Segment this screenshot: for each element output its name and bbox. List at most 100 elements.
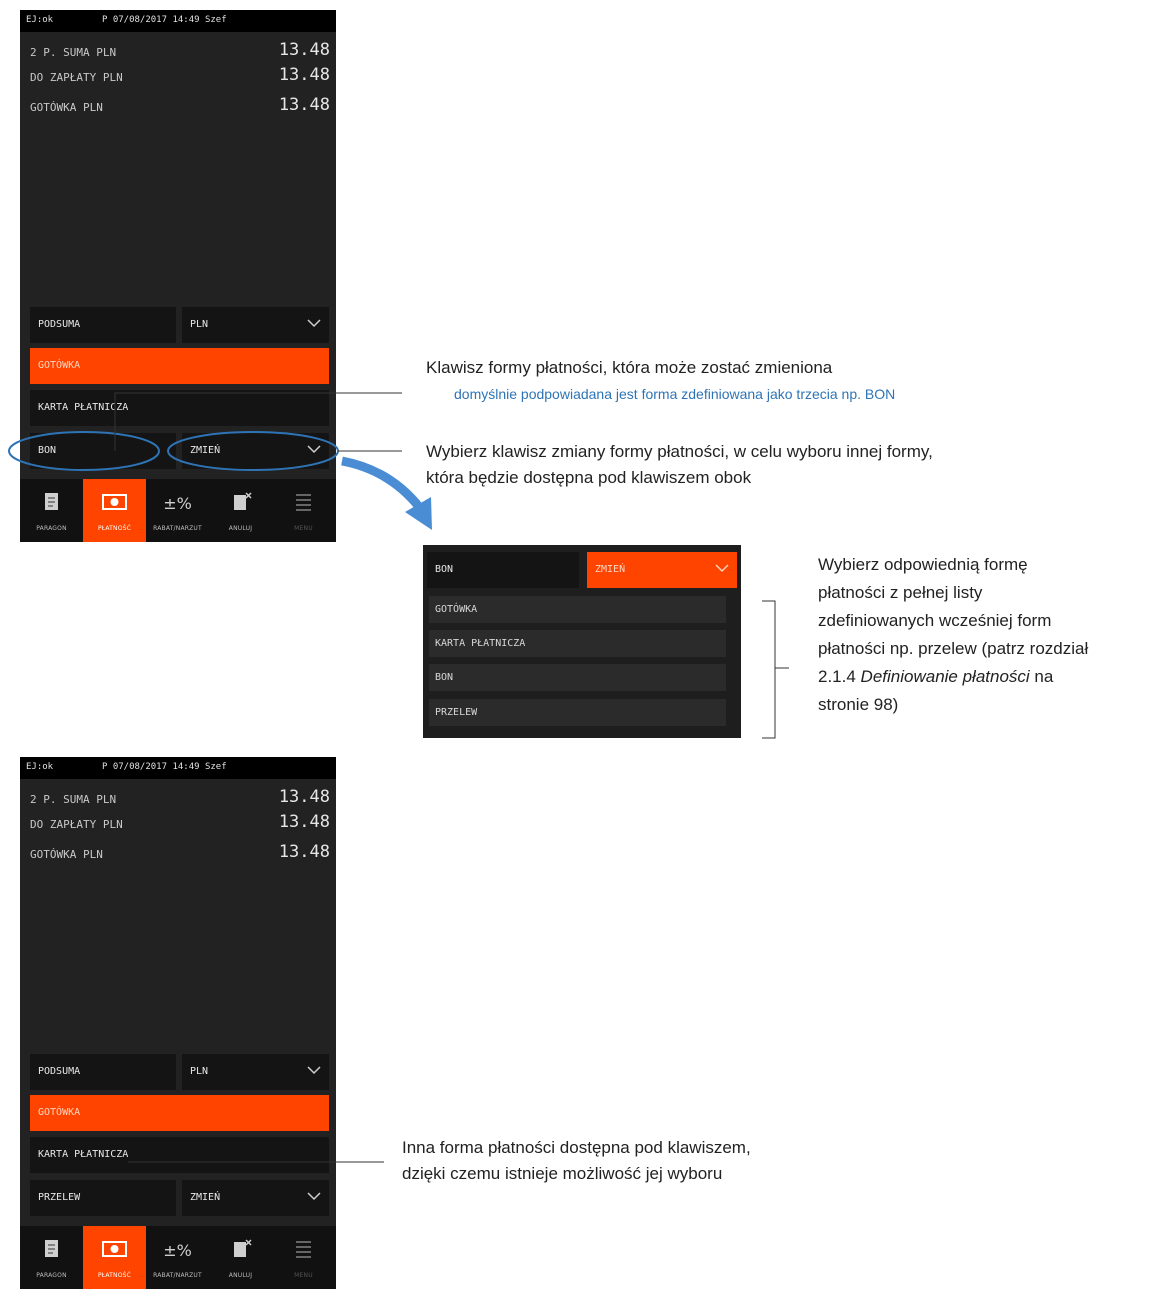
- annotation-3-line2: płatności z pełnej listy: [818, 583, 983, 602]
- annotation-3-line4: płatności np. przelew (patrz rozdział: [818, 639, 1089, 658]
- gotowka-button[interactable]: GOTÓWKA: [30, 348, 329, 384]
- status-bar: EJ:ok P 07/08/2017 14:49 Szef: [20, 757, 336, 779]
- gotowka-button[interactable]: GOTÓWKA: [30, 1095, 329, 1131]
- nav-platnosc[interactable]: PŁATNOŚĆ: [83, 479, 146, 542]
- nav-label: PARAGON: [36, 1272, 67, 1279]
- zmien-label: ZMIEŃ: [595, 564, 626, 575]
- przelew-button[interactable]: PRZELEW: [30, 1180, 176, 1216]
- nav-anuluj[interactable]: ANULUJ: [209, 1226, 272, 1289]
- annotation-2-line2: która będzie dostępna pod klawiszem obok: [426, 468, 752, 487]
- cash-icon: [102, 494, 127, 510]
- podsuma-button[interactable]: PODSUMA: [30, 307, 176, 343]
- summary-value: 13.48: [278, 812, 330, 832]
- summary-value: 13.48: [278, 95, 330, 115]
- currency-select[interactable]: PLN: [182, 1054, 329, 1090]
- zmien-label: ZMIEŃ: [190, 1192, 221, 1203]
- ej-status: EJ:ok: [26, 15, 54, 25]
- summary-value: 13.48: [278, 65, 330, 85]
- currency-label: PLN: [190, 1066, 209, 1077]
- annotation-3-section-title: Definiowanie płatności: [860, 667, 1030, 686]
- annotation-2-line1: Wybierz klawisz zmiany formy płatności, …: [426, 442, 933, 461]
- summary-row: GOTÓWKA PLN 13.48: [20, 842, 336, 864]
- receipt-icon: [45, 1240, 58, 1257]
- nav-label: MENU: [294, 525, 313, 532]
- summary-label: 2 P. SUMA PLN: [30, 793, 117, 806]
- chevron-down-icon: [307, 1192, 321, 1201]
- option-karta-platnicza[interactable]: KARTA PŁATNICZA: [429, 630, 726, 657]
- summary-label: DO ZAPŁATY PLN: [30, 71, 123, 84]
- nav-menu[interactable]: MENU: [272, 1226, 335, 1289]
- status-datetime: P 07/08/2017 14:49 Szef: [102, 762, 227, 772]
- arrow-head-icon: [405, 497, 432, 530]
- summary-row: GOTÓWKA PLN 13.48: [20, 95, 336, 117]
- chevron-down-icon: [307, 319, 321, 328]
- nav-paragon[interactable]: PARAGON: [20, 1226, 83, 1289]
- bottom-nav: PARAGON PŁATNOŚĆ ±% RABAT/NARZUT ANULUJ …: [20, 1226, 336, 1289]
- nav-label: RABAT/NARZUT: [153, 1272, 202, 1279]
- bottom-nav: PARAGON PŁATNOŚĆ ±% RABAT/NARZUT ANULUJ …: [20, 479, 336, 542]
- nav-paragon[interactable]: PARAGON: [20, 479, 83, 542]
- nav-label: ANULUJ: [228, 1272, 253, 1279]
- annotation-1-hint: domyślnie podpowiadana jest forma zdefin…: [454, 386, 896, 402]
- summary-value: 13.48: [278, 40, 330, 60]
- zmien-button[interactable]: ZMIEŃ: [182, 433, 329, 469]
- zmien-button-active[interactable]: ZMIEŃ: [587, 552, 737, 588]
- bon-button[interactable]: BON: [30, 433, 176, 469]
- summary-value: 13.48: [278, 842, 330, 862]
- menu-icon: [296, 494, 311, 511]
- annotation-4-line1: Inna forma płatności dostępna pod klawis…: [402, 1138, 751, 1157]
- chevron-down-icon: [307, 1066, 321, 1075]
- cancel-receipt-icon: [234, 492, 252, 510]
- option-przelew[interactable]: PRZELEW: [429, 699, 726, 726]
- nav-label: RABAT/NARZUT: [153, 525, 202, 532]
- karta-platnicza-button[interactable]: KARTA PŁATNICZA: [30, 390, 329, 426]
- flow-arrow: [341, 456, 424, 511]
- bracket: [762, 600, 789, 739]
- annotation-3-line6: stronie 98): [818, 695, 899, 714]
- selected-form-button[interactable]: BON: [427, 552, 579, 588]
- currency-select[interactable]: PLN: [182, 307, 329, 343]
- cancel-receipt-icon: [234, 1239, 252, 1257]
- zmien-button[interactable]: ZMIEŃ: [182, 1180, 329, 1216]
- status-bar: EJ:ok P 07/08/2017 14:49 Szef: [20, 10, 336, 32]
- annotation-3-line5: 2.1.4 Definiowanie płatności na: [818, 665, 1053, 689]
- nav-label: PŁATNOŚĆ: [97, 525, 132, 532]
- option-bon[interactable]: BON: [429, 664, 726, 691]
- chevron-down-icon: [307, 445, 321, 454]
- receipt-icon: [45, 493, 58, 510]
- summary-label: 2 P. SUMA PLN: [30, 46, 117, 59]
- currency-label: PLN: [190, 319, 209, 330]
- percent-icon: ±%: [163, 1241, 192, 1260]
- nav-label: PARAGON: [36, 525, 67, 532]
- summary-row: 2 P. SUMA PLN 13.48: [20, 40, 336, 62]
- summary-row: DO ZAPŁATY PLN 13.48: [20, 812, 336, 834]
- annotation-4-line2: dzięki czemu istnieje możliwość jej wybo…: [402, 1164, 723, 1183]
- annotation-3-section: 2.1.4: [818, 667, 861, 686]
- annotation-1-title: Klawisz formy płatności, która może zost…: [426, 358, 833, 377]
- option-gotowka[interactable]: GOTÓWKA: [429, 596, 726, 623]
- podsuma-button[interactable]: PODSUMA: [30, 1054, 176, 1090]
- zmien-label: ZMIEŃ: [190, 445, 221, 456]
- cash-icon: [102, 1241, 127, 1257]
- status-datetime: P 07/08/2017 14:49 Szef: [102, 15, 227, 25]
- pos-screen-after: EJ:ok P 07/08/2017 14:49 Szef 2 P. SUMA …: [20, 757, 336, 1289]
- nav-label: PŁATNOŚĆ: [97, 1272, 132, 1279]
- nav-anuluj[interactable]: ANULUJ: [209, 479, 272, 542]
- annotation-3-line1: Wybierz odpowiednią formę: [818, 555, 1028, 574]
- pos-screen-before: EJ:ok P 07/08/2017 14:49 Szef 2 P. SUMA …: [20, 10, 336, 542]
- payment-form-picker: BON ZMIEŃ GOTÓWKA KARTA PŁATNICZA BON PR…: [423, 545, 741, 738]
- annotation-3-line3: zdefiniowanych wcześniej form: [818, 611, 1052, 630]
- percent-icon: ±%: [163, 494, 192, 513]
- ej-status: EJ:ok: [26, 762, 54, 772]
- nav-rabat-narzut[interactable]: ±% RABAT/NARZUT: [146, 479, 209, 542]
- nav-rabat-narzut[interactable]: ±% RABAT/NARZUT: [146, 1226, 209, 1289]
- nav-label: ANULUJ: [228, 525, 253, 532]
- nav-label: MENU: [294, 1272, 313, 1279]
- nav-platnosc[interactable]: PŁATNOŚĆ: [83, 1226, 146, 1289]
- summary-label: GOTÓWKA PLN: [30, 848, 103, 861]
- annotation-3-suffix: na: [1029, 667, 1054, 686]
- summary-row: DO ZAPŁATY PLN 13.48: [20, 65, 336, 87]
- karta-platnicza-button[interactable]: KARTA PŁATNICZA: [30, 1137, 329, 1173]
- nav-menu[interactable]: MENU: [272, 479, 335, 542]
- summary-label: GOTÓWKA PLN: [30, 101, 103, 114]
